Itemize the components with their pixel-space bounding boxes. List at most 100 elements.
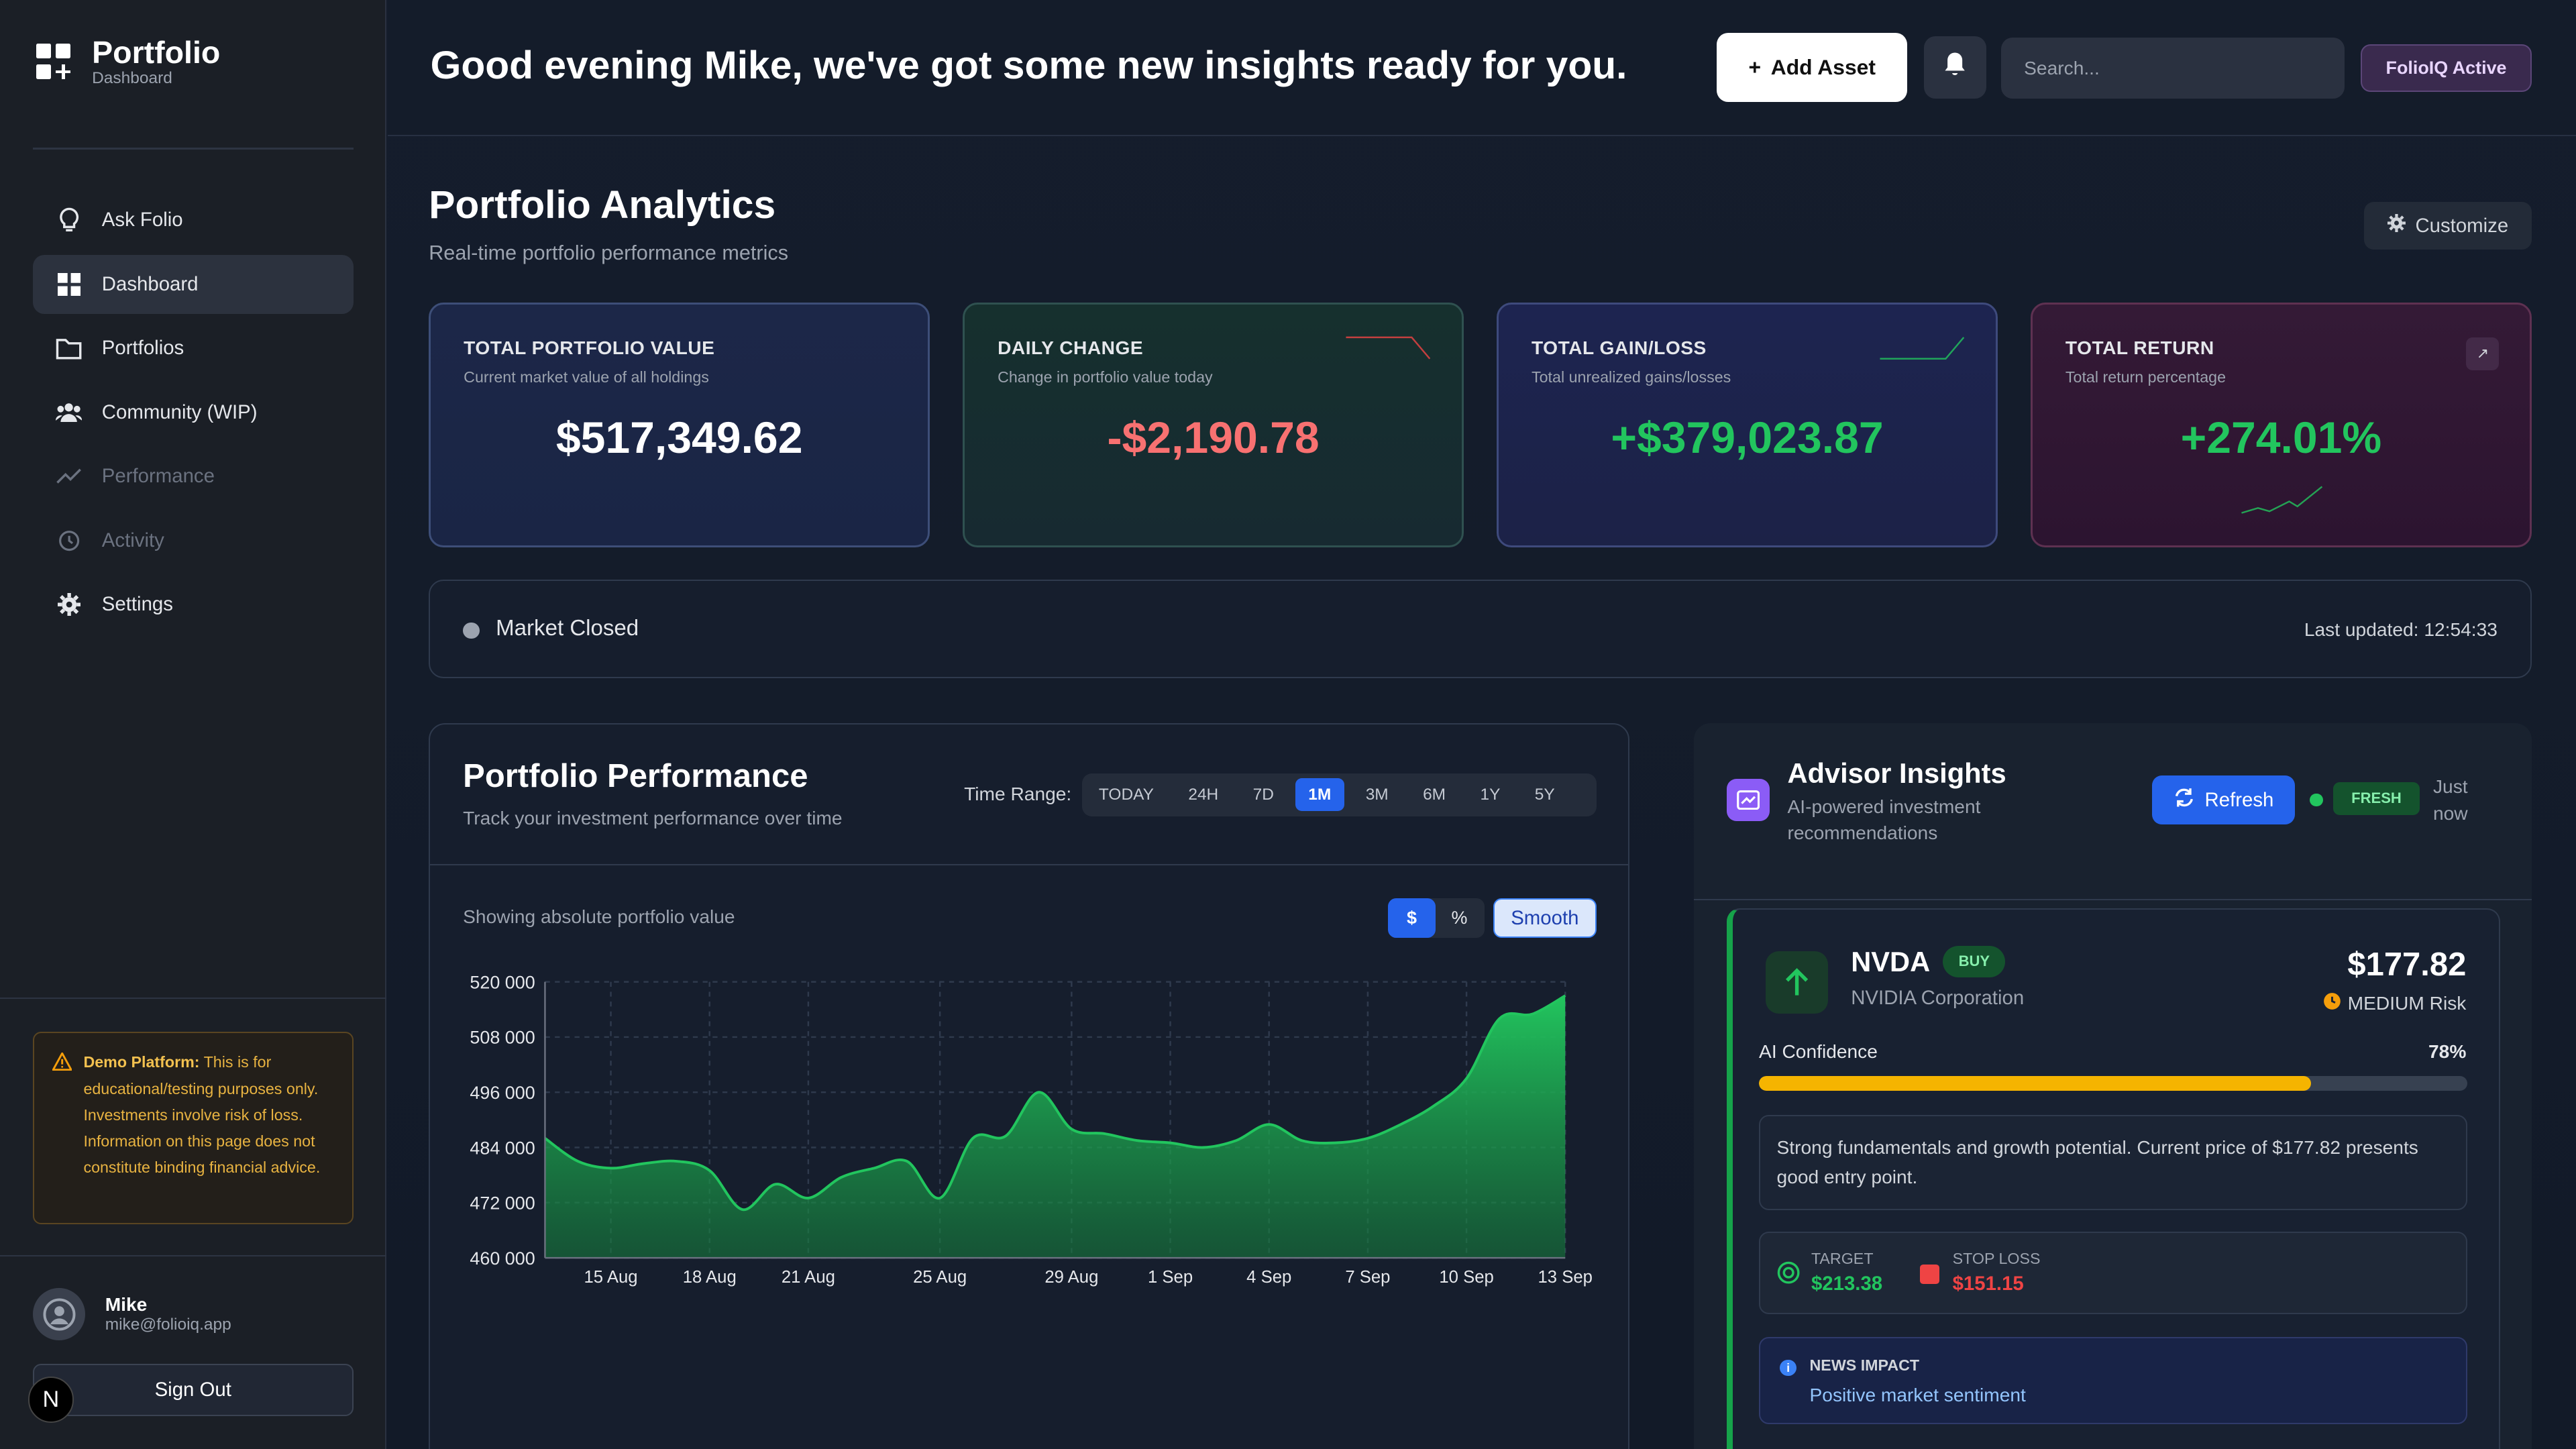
- divider: [430, 863, 1629, 866]
- y-tick-label: 520 000: [470, 973, 535, 993]
- x-tick-label: 7 Sep: [1346, 1268, 1391, 1287]
- card-value: +$379,023.87: [1611, 413, 1884, 464]
- time-range-5y[interactable]: 5Y: [1521, 778, 1568, 811]
- card-title: TOTAL RETURN: [2065, 337, 2214, 358]
- search-input[interactable]: [2000, 38, 2345, 99]
- metric-card-daily-change[interactable]: DAILY CHANGE Change in portfolio value t…: [963, 302, 1464, 547]
- page-title: Portfolio Analytics: [429, 182, 776, 227]
- portfolio-chart[interactable]: 520 000 508 000 496 000 484 000 472 000 460 0…: [430, 954, 1629, 1449]
- sparkline-down: [1346, 336, 1431, 360]
- time-range-1y[interactable]: 1Y: [1467, 778, 1513, 811]
- risk-label: MEDIUM Risk: [2347, 992, 2467, 1014]
- time-range-today[interactable]: TODAY: [1085, 778, 1167, 811]
- card-value: +274.01%: [2180, 413, 2382, 464]
- card-value: $517,349.62: [555, 413, 803, 464]
- divider: [1693, 898, 2532, 901]
- sidebar-item-label: Activity: [101, 529, 164, 551]
- fresh-badge: FRESH: [2332, 782, 2420, 815]
- metric-card-total-return[interactable]: ↗ TOTAL RETURN Total return percentage +…: [2030, 302, 2532, 547]
- info-icon: i: [1780, 1359, 1796, 1377]
- user-email: mike@folioiq.app: [105, 1316, 231, 1334]
- target-icon: [1777, 1261, 1800, 1291]
- status-dot: [463, 622, 480, 639]
- unit-percent-button[interactable]: %: [1436, 898, 1483, 938]
- sidebar-item-label: Dashboard: [101, 272, 199, 295]
- news-label: NEWS IMPACT: [1809, 1356, 1920, 1374]
- sidebar-item-label: Performance: [101, 465, 215, 488]
- brand[interactable]: Portfolio Dashboard: [36, 36, 220, 88]
- add-asset-label: Add Asset: [1770, 54, 1876, 79]
- chart-icon: [1726, 778, 1770, 822]
- x-tick-label: 10 Sep: [1440, 1268, 1494, 1287]
- action-badge: BUY: [1943, 946, 2006, 977]
- sidebar-item-settings[interactable]: Settings: [33, 575, 354, 634]
- sidebar-item-activity[interactable]: Activity: [33, 511, 354, 570]
- time-range-3m[interactable]: 3M: [1352, 778, 1401, 811]
- add-asset-button[interactable]: + Add Asset: [1717, 32, 1908, 102]
- brand-subtitle: Dashboard: [92, 68, 172, 87]
- x-tick-label: 13 Sep: [1538, 1268, 1593, 1287]
- user-profile[interactable]: Mike mike@folioiq.app: [32, 1288, 231, 1341]
- divider: [32, 148, 354, 150]
- sidebar-item-dashboard[interactable]: Dashboard: [32, 254, 354, 314]
- panel-subtitle: AI-powered investment recommendations: [1787, 796, 1981, 844]
- trending-icon: [56, 464, 82, 490]
- card-title: TOTAL PORTFOLIO VALUE: [464, 337, 715, 358]
- x-tick-label: 1 Sep: [1148, 1268, 1193, 1287]
- arrow-up-icon: [1765, 951, 1828, 1014]
- status-dot: [2310, 793, 2323, 807]
- sidebar: Portfolio Dashboard Ask Folio Dashboard: [0, 0, 386, 1449]
- x-tick-label: 4 Sep: [1246, 1268, 1291, 1287]
- recommendation-card[interactable]: NVDA BUY NVIDIA Corporation $177.82 MEDI…: [1726, 908, 2501, 1449]
- sparkline-up: [1880, 336, 1965, 360]
- sidebar-item-portfolios[interactable]: Portfolios: [33, 319, 354, 378]
- expand-icon[interactable]: ↗: [2466, 337, 2500, 370]
- target-value: $213.38: [1811, 1273, 1883, 1295]
- time-range-7d[interactable]: 7D: [1240, 778, 1287, 811]
- disclaimer-title: Demo Platform:: [83, 1053, 200, 1071]
- time-range-6m[interactable]: 6M: [1410, 778, 1459, 811]
- unit-dollar-button[interactable]: $: [1387, 898, 1436, 938]
- card-subtitle: Current market value of all holdings: [464, 368, 709, 386]
- notifications-button[interactable]: [1923, 36, 1986, 99]
- lightbulb-icon: [56, 207, 82, 233]
- sidebar-item-label: Portfolios: [101, 337, 184, 360]
- smooth-toggle[interactable]: Smooth: [1493, 898, 1597, 938]
- refresh-icon: [2174, 787, 2195, 814]
- demo-disclaimer: Demo Platform: This is for educational/t…: [32, 1031, 354, 1224]
- stock-price: $177.82: [2347, 947, 2467, 983]
- news-impact: i NEWS IMPACT Positive market sentiment: [1759, 1337, 2467, 1424]
- risk-level: MEDIUM Risk: [2323, 992, 2466, 1015]
- avatar: [32, 1288, 86, 1341]
- x-tick-label: 18 Aug: [683, 1268, 737, 1287]
- card-value: -$2,190.78: [1107, 413, 1320, 464]
- ticker-symbol: NVDA: [1851, 946, 1931, 978]
- sidebar-item-community[interactable]: Community (WIP): [33, 383, 354, 442]
- n-badge[interactable]: N: [28, 1377, 74, 1423]
- time-range-1m[interactable]: 1M: [1295, 778, 1344, 812]
- clock-icon: [2323, 992, 2341, 1015]
- metric-card-gain-loss[interactable]: TOTAL GAIN/LOSS Total unrealized gains/l…: [1497, 302, 1998, 547]
- folioiq-status-badge[interactable]: FolioIQ Active: [2361, 44, 2532, 93]
- top-header: Good evening Mike, we've got some new in…: [387, 0, 2576, 137]
- last-updated: Last updated: 12:54:33: [2304, 619, 2498, 640]
- refresh-label: Refresh: [2204, 788, 2274, 811]
- time-range-24h[interactable]: 24H: [1175, 778, 1232, 811]
- card-subtitle: Change in portfolio value today: [998, 368, 1213, 386]
- customize-button[interactable]: Customize: [2364, 202, 2532, 250]
- gear-icon: [56, 592, 82, 618]
- divider: [0, 997, 386, 999]
- brand-title: Portfolio: [92, 34, 221, 70]
- target-label: TARGET: [1811, 1249, 1874, 1267]
- sidebar-item-performance[interactable]: Performance: [33, 447, 354, 506]
- refresh-button[interactable]: Refresh: [2152, 775, 2296, 825]
- gear-icon: [2387, 214, 2406, 237]
- chart-mode-text: Showing absolute portfolio value: [463, 906, 735, 928]
- metric-card-total-value[interactable]: TOTAL PORTFOLIO VALUE Current market val…: [429, 302, 930, 547]
- news-text: Positive market sentiment: [1809, 1384, 2026, 1405]
- sidebar-nav: Ask Folio Dashboard Portfolios Community…: [32, 191, 354, 639]
- sparkline-up: [2241, 486, 2322, 514]
- sidebar-item-ask-folio[interactable]: Ask Folio: [33, 191, 354, 250]
- updated-time: Just now: [2432, 776, 2468, 824]
- sign-out-button[interactable]: Sign Out: [32, 1363, 354, 1417]
